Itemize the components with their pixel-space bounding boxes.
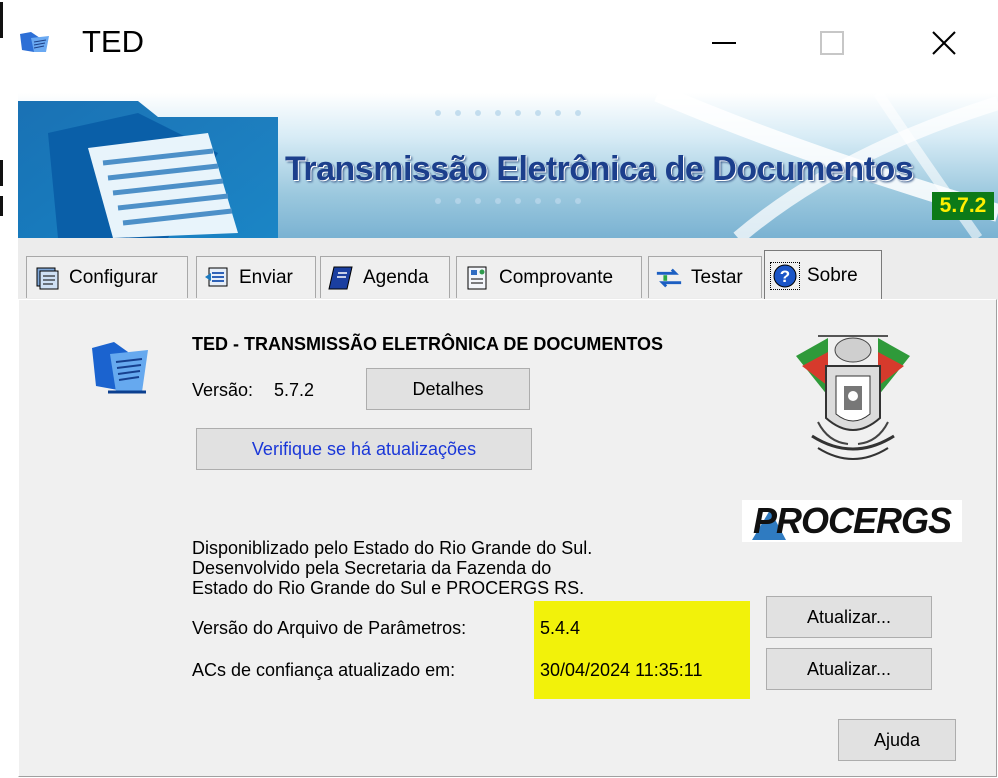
minimize-button[interactable]	[694, 18, 754, 68]
acs-updated-label: ACs de confiança atualizado em:	[192, 660, 456, 680]
procergs-logo-text: PROCERGS	[752, 500, 952, 541]
version-value: 5.7.2	[274, 380, 315, 400]
tab-label: Sobre	[807, 264, 858, 286]
params-version-label: Versão do Arquivo de Parâmetros:	[192, 618, 467, 638]
svg-text:?: ?	[780, 267, 790, 286]
left-edge-mark	[0, 196, 3, 216]
description-line-2: Desenvolvido pela Secretaria da Fazenda …	[192, 558, 552, 578]
minimize-icon	[712, 42, 736, 44]
send-icon	[203, 265, 231, 291]
tab-label: Configurar	[69, 266, 158, 288]
tab-configurar[interactable]: Configurar	[26, 256, 188, 298]
tab-label: Testar	[691, 266, 743, 288]
maximize-button[interactable]	[802, 18, 862, 68]
version-label: Versão:	[192, 380, 254, 400]
procergs-logo: PROCERGS	[742, 500, 962, 542]
agenda-icon	[327, 265, 355, 291]
close-button[interactable]	[914, 18, 974, 68]
coat-of-arms-image	[788, 326, 918, 470]
tab-testar[interactable]: Testar	[648, 256, 762, 298]
window-title: TED	[82, 24, 144, 59]
configure-icon	[33, 265, 61, 291]
help-icon: ?	[770, 261, 800, 290]
test-icon	[655, 265, 683, 291]
update-acs-button[interactable]: Atualizar...	[766, 648, 932, 690]
tab-sobre[interactable]: ? Sobre	[764, 250, 882, 300]
tab-agenda[interactable]: Agenda	[320, 256, 450, 298]
app-icon	[18, 30, 52, 56]
params-version-value: 5.4.4	[540, 618, 581, 638]
highlight-mark	[534, 601, 750, 699]
version-badge: 5.7.2	[932, 192, 994, 220]
description-line-1: Disponiblizado pelo Estado do Rio Grande…	[192, 538, 593, 558]
receipt-icon	[463, 265, 491, 291]
about-heading: TED - TRANSMISSÃO ELETRÔNICA DE DOCUMENT…	[192, 334, 664, 354]
ted-logo-icon	[88, 340, 154, 398]
tab-enviar[interactable]: Enviar	[196, 256, 316, 298]
tab-label: Enviar	[239, 266, 293, 288]
tab-label: Comprovante	[499, 266, 614, 288]
tab-comprovante[interactable]: Comprovante	[456, 256, 642, 298]
check-updates-button[interactable]: Verifique se há atualizações	[196, 428, 532, 470]
details-button[interactable]: Detalhes	[366, 368, 530, 410]
update-params-button[interactable]: Atualizar...	[766, 596, 932, 638]
left-edge-mark	[0, 2, 3, 38]
left-edge-mark	[0, 160, 3, 186]
maximize-icon	[820, 31, 844, 55]
acs-updated-value: 30/04/2024 11:35:11	[540, 660, 703, 680]
banner-title: Transmissão Eletrônica de Documentos	[285, 150, 914, 188]
description-line-3: Estado do Rio Grande do Sul e PROCERGS R…	[192, 578, 585, 598]
close-icon	[932, 31, 956, 55]
help-button[interactable]: Ajuda	[838, 719, 956, 761]
tab-label: Agenda	[363, 266, 429, 288]
